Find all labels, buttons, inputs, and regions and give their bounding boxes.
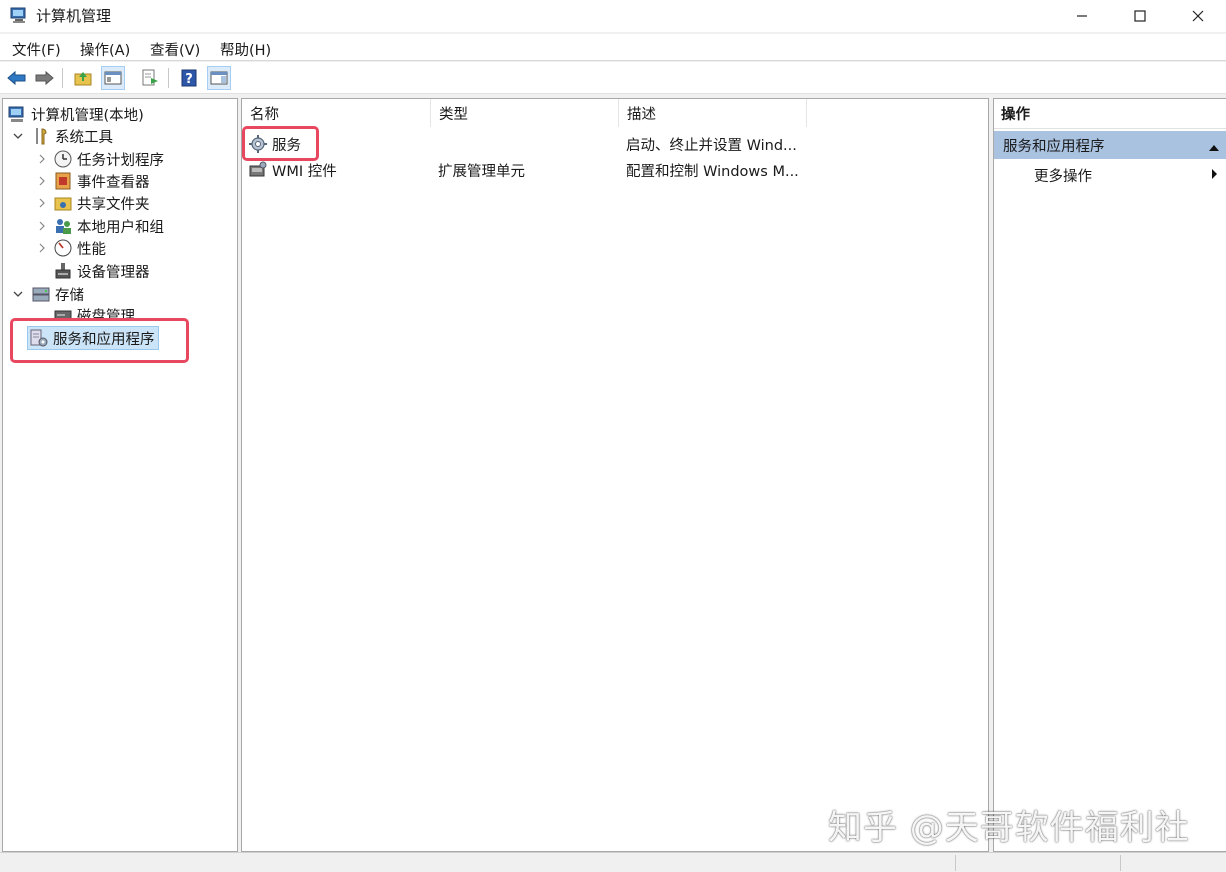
expand-performance[interactable] bbox=[37, 243, 47, 253]
actions-pane: 操作 服务和应用程序 更多操作 bbox=[993, 98, 1226, 852]
minimize-button[interactable] bbox=[1053, 0, 1111, 32]
tree-root[interactable]: 计算机管理(本地) bbox=[7, 103, 144, 125]
tree-storage[interactable]: 存储 bbox=[31, 283, 84, 305]
status-bar bbox=[0, 852, 1226, 872]
chevron-right-icon bbox=[39, 221, 45, 231]
expand-local-users[interactable] bbox=[37, 221, 47, 231]
tools-icon bbox=[31, 126, 51, 146]
expand-shared-folders[interactable] bbox=[37, 198, 47, 208]
chevron-right-icon bbox=[39, 154, 45, 164]
chevron-down-icon bbox=[13, 133, 23, 139]
actions-group-label: 服务和应用程序 bbox=[1003, 138, 1105, 155]
tree-shared-folders[interactable]: 共享文件夹 bbox=[53, 192, 150, 214]
tree-system-tools-label: 系统工具 bbox=[55, 129, 113, 146]
performance-icon bbox=[53, 238, 73, 258]
console-tree-pane: 计算机管理(本地) 系统工具 任务计划程序 事件查看器 共享文件夹 本地用户和组… bbox=[2, 98, 238, 852]
show-hide-tree-button[interactable] bbox=[101, 66, 125, 90]
shared-folder-icon bbox=[53, 193, 73, 213]
expand-system-tools[interactable] bbox=[13, 131, 23, 141]
show-hide-action-pane-button[interactable] bbox=[207, 66, 231, 90]
users-icon bbox=[53, 216, 73, 236]
forward-button[interactable] bbox=[32, 66, 56, 90]
actions-group-services-apps[interactable]: 服务和应用程序 bbox=[994, 131, 1226, 159]
clock-icon bbox=[53, 149, 73, 169]
expand-storage[interactable] bbox=[13, 289, 23, 299]
up-folder-icon bbox=[74, 72, 92, 86]
svg-text:?: ? bbox=[185, 72, 193, 87]
tree-disk-management[interactable]: 磁盘管理 bbox=[53, 305, 135, 319]
maximize-icon bbox=[1134, 10, 1146, 22]
up-folder-button[interactable] bbox=[71, 66, 95, 90]
forward-arrow-icon bbox=[35, 70, 54, 86]
title-bar: 计算机管理 bbox=[0, 0, 1226, 32]
menu-view[interactable]: 查看(V) bbox=[150, 39, 200, 60]
column-header-type[interactable]: 类型 bbox=[431, 99, 619, 127]
action-pane-icon bbox=[210, 71, 228, 85]
menu-action[interactable]: 操作(A) bbox=[80, 39, 130, 60]
tree-device-manager-label: 设备管理器 bbox=[77, 264, 150, 281]
event-viewer-icon bbox=[53, 171, 73, 191]
device-manager-icon bbox=[53, 261, 73, 281]
computer-management-icon bbox=[9, 5, 29, 25]
export-list-button[interactable] bbox=[138, 66, 162, 90]
more-actions-item[interactable]: 更多操作 bbox=[1034, 165, 1092, 186]
chevron-right-icon bbox=[39, 243, 45, 253]
menu-help[interactable]: 帮助(H) bbox=[220, 39, 271, 60]
highlight-box-services bbox=[242, 126, 319, 161]
tree-root-label: 计算机管理(本地) bbox=[31, 107, 144, 124]
tree-task-scheduler[interactable]: 任务计划程序 bbox=[53, 148, 164, 170]
wmi-control-icon bbox=[248, 160, 268, 180]
tree-local-users-groups-label: 本地用户和组 bbox=[77, 219, 164, 236]
storage-icon bbox=[31, 284, 51, 304]
menu-file[interactable]: 文件(F) bbox=[12, 39, 61, 60]
expand-task-scheduler[interactable] bbox=[37, 154, 47, 164]
maximize-button[interactable] bbox=[1111, 0, 1169, 32]
actions-header: 操作 bbox=[994, 99, 1226, 129]
console-tree-icon bbox=[104, 71, 122, 85]
more-actions-label: 更多操作 bbox=[1034, 169, 1092, 185]
help-icon: ? bbox=[181, 69, 197, 87]
list-row-wmi[interactable]: WMI 控件 bbox=[248, 158, 337, 182]
column-header-description[interactable]: 描述 bbox=[619, 99, 807, 127]
list-row-wmi-name: WMI 控件 bbox=[272, 163, 337, 180]
submenu-arrow-icon[interactable] bbox=[1211, 168, 1218, 184]
toolbar: ? bbox=[0, 62, 1226, 94]
tree-device-manager[interactable]: 设备管理器 bbox=[53, 260, 150, 282]
tree-event-viewer[interactable]: 事件查看器 bbox=[53, 170, 150, 192]
collapse-up-icon[interactable] bbox=[1208, 140, 1220, 156]
highlight-box-tree bbox=[10, 318, 189, 363]
minimize-icon bbox=[1077, 15, 1087, 17]
expand-event-viewer[interactable] bbox=[37, 176, 47, 186]
tree-disk-management-label: 磁盘管理 bbox=[77, 309, 135, 319]
tree-shared-folders-label: 共享文件夹 bbox=[77, 196, 150, 213]
tree-local-users-groups[interactable]: 本地用户和组 bbox=[53, 215, 164, 237]
help-button[interactable]: ? bbox=[177, 66, 201, 90]
computer-management-icon bbox=[7, 104, 27, 124]
chevron-down-icon bbox=[13, 291, 23, 297]
watermark: 知乎 @天哥软件福利社 bbox=[828, 808, 1190, 848]
details-list-pane: 名称 类型 描述 服务 启动、终止并设置 Wind... WMI 控件 扩展管理… bbox=[241, 98, 989, 852]
list-row-wmi-type: 扩展管理单元 bbox=[438, 163, 525, 180]
list-row-wmi-desc: 配置和控制 Windows M... bbox=[626, 163, 799, 180]
window-title: 计算机管理 bbox=[36, 7, 112, 25]
tree-performance[interactable]: 性能 bbox=[53, 237, 106, 259]
export-list-icon bbox=[142, 69, 158, 86]
menu-bar: 文件(F) 操作(A) 查看(V) 帮助(H) bbox=[0, 34, 1226, 61]
tree-event-viewer-label: 事件查看器 bbox=[77, 174, 150, 191]
back-button[interactable] bbox=[5, 66, 29, 90]
column-header-name[interactable]: 名称 bbox=[242, 99, 431, 127]
list-row-services-desc: 启动、终止并设置 Wind... bbox=[626, 137, 797, 154]
close-icon bbox=[1192, 10, 1204, 22]
close-button[interactable] bbox=[1169, 0, 1226, 32]
chevron-right-icon bbox=[39, 176, 45, 186]
back-arrow-icon bbox=[7, 70, 26, 86]
tree-task-scheduler-label: 任务计划程序 bbox=[77, 152, 164, 169]
tree-system-tools[interactable]: 系统工具 bbox=[31, 125, 113, 147]
tree-performance-label: 性能 bbox=[77, 241, 106, 258]
chevron-right-icon bbox=[39, 198, 45, 208]
disk-icon bbox=[53, 305, 73, 319]
tree-storage-label: 存储 bbox=[55, 287, 84, 304]
